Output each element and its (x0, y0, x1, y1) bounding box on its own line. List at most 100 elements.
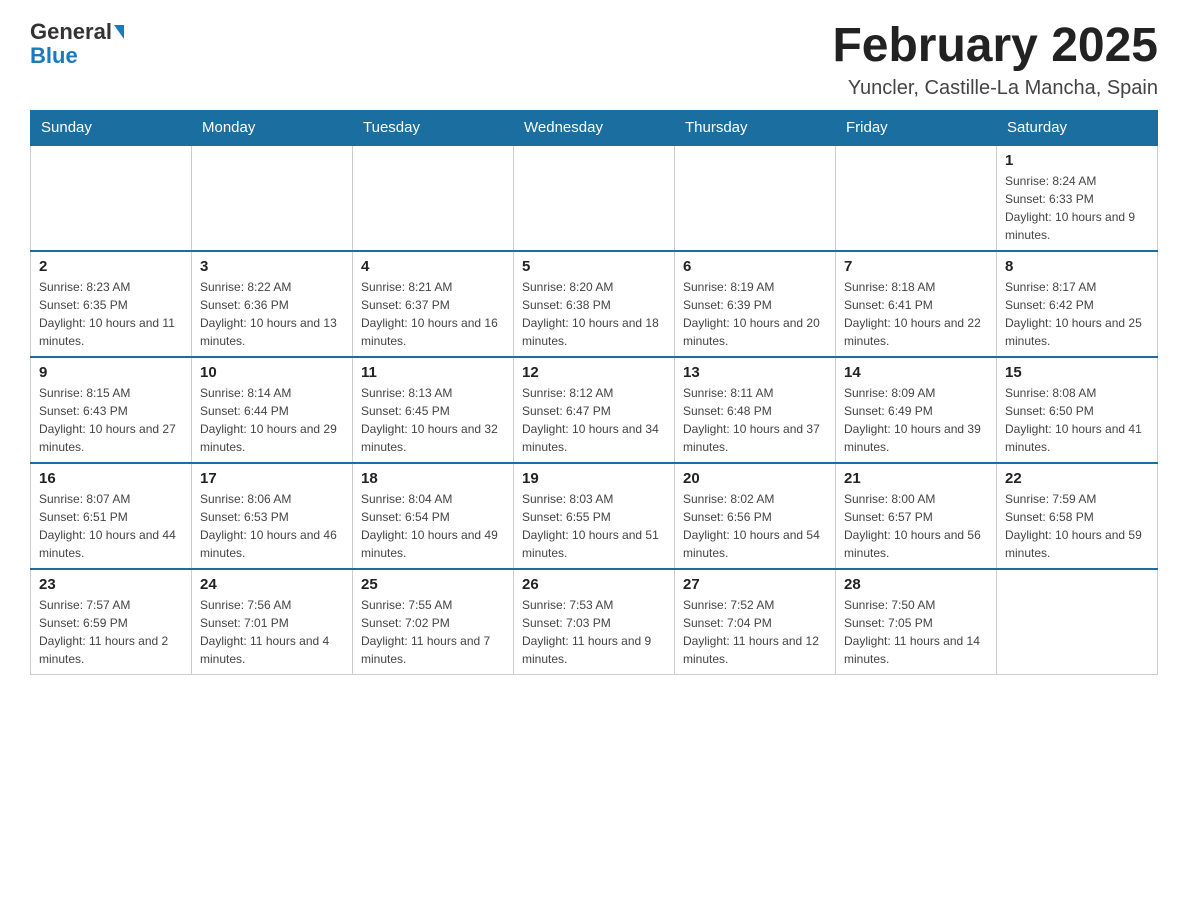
calendar-cell (514, 145, 675, 251)
day-info: Sunrise: 8:15 AMSunset: 6:43 PMDaylight:… (39, 384, 183, 456)
calendar-cell: 12 Sunrise: 8:12 AMSunset: 6:47 PMDayligh… (514, 357, 675, 463)
header-sunday: Sunday (31, 110, 192, 145)
calendar-cell: 28Sunrise: 7:50 AMSunset: 7:05 PMDayligh… (836, 569, 997, 675)
day-number: 14 (844, 364, 988, 381)
day-info: Sunrise: 8:06 AMSunset: 6:53 PMDaylight:… (200, 490, 344, 562)
day-number: 5 (522, 258, 666, 275)
day-number: 2 (39, 258, 183, 275)
logo-triangle-icon (114, 25, 124, 39)
day-number: 27 (683, 576, 827, 593)
calendar-cell: 26 Sunrise: 7:53 AMSunset: 7:03 PMDayligh… (514, 569, 675, 675)
calendar-cell: 18Sunrise: 8:04 AMSunset: 6:54 PMDayligh… (353, 463, 514, 569)
day-number: 24 (200, 576, 344, 593)
day-number: 25 (361, 576, 505, 593)
header-tuesday: Tuesday (353, 110, 514, 145)
day-number: 12 (522, 364, 666, 381)
day-number: 13 (683, 364, 827, 381)
calendar-cell (997, 569, 1158, 675)
calendar-cell: 3 Sunrise: 8:22 AMSunset: 6:36 PMDaylight… (192, 251, 353, 357)
calendar-cell: 7 Sunrise: 8:18 AMSunset: 6:41 PMDaylight… (836, 251, 997, 357)
day-info: Sunrise: 8:12 AMSunset: 6:47 PMDaylight:… (522, 384, 666, 456)
day-number: 17 (200, 470, 344, 487)
calendar-cell: 23 Sunrise: 7:57 AMSunset: 6:59 PMDayligh… (31, 569, 192, 675)
day-number: 6 (683, 258, 827, 275)
calendar-cell: 6 Sunrise: 8:19 AMSunset: 6:39 PMDaylight… (675, 251, 836, 357)
week-row-4: 23 Sunrise: 7:57 AMSunset: 6:59 PMDayligh… (31, 569, 1158, 675)
calendar-cell: 11Sunrise: 8:13 AMSunset: 6:45 PMDayligh… (353, 357, 514, 463)
day-number: 3 (200, 258, 344, 275)
header-saturday: Saturday (997, 110, 1158, 145)
calendar-cell: 24 Sunrise: 7:56 AMSunset: 7:01 PMDayligh… (192, 569, 353, 675)
day-info: Sunrise: 8:08 AMSunset: 6:50 PMDaylight:… (1005, 384, 1149, 456)
weekday-header-row: Sunday Monday Tuesday Wednesday Thursday… (31, 110, 1158, 145)
location-title: Yuncler, Castille-La Mancha, Spain (832, 77, 1158, 100)
day-info: Sunrise: 8:04 AMSunset: 6:54 PMDaylight:… (361, 490, 505, 562)
header-thursday: Thursday (675, 110, 836, 145)
day-info: Sunrise: 8:09 AMSunset: 6:49 PMDaylight:… (844, 384, 988, 456)
logo-general-text: General (30, 20, 112, 44)
calendar-cell: 22Sunrise: 7:59 AMSunset: 6:58 PMDayligh… (997, 463, 1158, 569)
calendar-cell: 10 Sunrise: 8:14 AMSunset: 6:44 PMDayligh… (192, 357, 353, 463)
calendar-cell: 13 Sunrise: 8:11 AMSunset: 6:48 PMDayligh… (675, 357, 836, 463)
day-info: Sunrise: 8:18 AMSunset: 6:41 PMDaylight:… (844, 278, 988, 350)
calendar-cell: 4 Sunrise: 8:21 AMSunset: 6:37 PMDaylight… (353, 251, 514, 357)
day-info: Sunrise: 8:03 AMSunset: 6:55 PMDaylight:… (522, 490, 666, 562)
day-info: Sunrise: 8:17 AMSunset: 6:42 PMDaylight:… (1005, 278, 1149, 350)
week-row-3: 16 Sunrise: 8:07 AMSunset: 6:51 PMDayligh… (31, 463, 1158, 569)
day-info: Sunrise: 8:00 AMSunset: 6:57 PMDaylight:… (844, 490, 988, 562)
day-info: Sunrise: 7:57 AMSunset: 6:59 PMDaylight:… (39, 596, 183, 668)
calendar-cell: 8 Sunrise: 8:17 AMSunset: 6:42 PMDaylight… (997, 251, 1158, 357)
day-number: 8 (1005, 258, 1149, 275)
calendar-cell: 17 Sunrise: 8:06 AMSunset: 6:53 PMDayligh… (192, 463, 353, 569)
calendar-cell (31, 145, 192, 251)
calendar-cell: 9Sunrise: 8:15 AMSunset: 6:43 PMDaylight… (31, 357, 192, 463)
day-info: Sunrise: 8:13 AMSunset: 6:45 PMDaylight:… (361, 384, 505, 456)
day-number: 10 (200, 364, 344, 381)
logo: General Blue (30, 20, 124, 68)
calendar-cell: 15 Sunrise: 8:08 AMSunset: 6:50 PMDayligh… (997, 357, 1158, 463)
day-info: Sunrise: 8:21 AMSunset: 6:37 PMDaylight:… (361, 278, 505, 350)
calendar-cell: 2 Sunrise: 8:23 AMSunset: 6:35 PMDaylight… (31, 251, 192, 357)
day-info: Sunrise: 8:07 AMSunset: 6:51 PMDaylight:… (39, 490, 183, 562)
day-info: Sunrise: 7:50 AMSunset: 7:05 PMDaylight:… (844, 596, 988, 668)
day-info: Sunrise: 8:11 AMSunset: 6:48 PMDaylight:… (683, 384, 827, 456)
day-number: 26 (522, 576, 666, 593)
day-info: Sunrise: 8:14 AMSunset: 6:44 PMDaylight:… (200, 384, 344, 456)
day-number: 7 (844, 258, 988, 275)
calendar-cell: 25Sunrise: 7:55 AMSunset: 7:02 PMDayligh… (353, 569, 514, 675)
week-row-0: 1 Sunrise: 8:24 AMSunset: 6:33 PMDaylight… (31, 145, 1158, 251)
calendar-cell: 21 Sunrise: 8:00 AMSunset: 6:57 PMDayligh… (836, 463, 997, 569)
header-monday: Monday (192, 110, 353, 145)
day-info: Sunrise: 7:56 AMSunset: 7:01 PMDaylight:… (200, 596, 344, 668)
week-row-2: 9Sunrise: 8:15 AMSunset: 6:43 PMDaylight… (31, 357, 1158, 463)
day-number: 19 (522, 470, 666, 487)
day-info: Sunrise: 8:24 AMSunset: 6:33 PMDaylight:… (1005, 172, 1149, 244)
calendar-cell: 16 Sunrise: 8:07 AMSunset: 6:51 PMDayligh… (31, 463, 192, 569)
calendar-cell: 19 Sunrise: 8:03 AMSunset: 6:55 PMDayligh… (514, 463, 675, 569)
title-section: February 2025 Yuncler, Castille-La Manch… (832, 20, 1158, 100)
week-row-1: 2 Sunrise: 8:23 AMSunset: 6:35 PMDaylight… (31, 251, 1158, 357)
calendar-cell (675, 145, 836, 251)
day-number: 4 (361, 258, 505, 275)
day-number: 15 (1005, 364, 1149, 381)
day-info: Sunrise: 8:23 AMSunset: 6:35 PMDaylight:… (39, 278, 183, 350)
day-info: Sunrise: 7:59 AMSunset: 6:58 PMDaylight:… (1005, 490, 1149, 562)
calendar-cell (836, 145, 997, 251)
day-info: Sunrise: 8:22 AMSunset: 6:36 PMDaylight:… (200, 278, 344, 350)
header-wednesday: Wednesday (514, 110, 675, 145)
day-number: 16 (39, 470, 183, 487)
logo-blue-text: Blue (30, 44, 78, 68)
day-info: Sunrise: 7:52 AMSunset: 7:04 PMDaylight:… (683, 596, 827, 668)
page-header: General Blue February 2025 Yuncler, Cast… (30, 20, 1158, 100)
day-info: Sunrise: 7:53 AMSunset: 7:03 PMDaylight:… (522, 596, 666, 668)
day-number: 1 (1005, 152, 1149, 169)
calendar-cell: 27 Sunrise: 7:52 AMSunset: 7:04 PMDayligh… (675, 569, 836, 675)
day-number: 20 (683, 470, 827, 487)
calendar-table: Sunday Monday Tuesday Wednesday Thursday… (30, 110, 1158, 675)
month-title: February 2025 (832, 20, 1158, 73)
day-info: Sunrise: 8:19 AMSunset: 6:39 PMDaylight:… (683, 278, 827, 350)
header-friday: Friday (836, 110, 997, 145)
day-number: 23 (39, 576, 183, 593)
day-number: 21 (844, 470, 988, 487)
calendar-cell: 1 Sunrise: 8:24 AMSunset: 6:33 PMDaylight… (997, 145, 1158, 251)
